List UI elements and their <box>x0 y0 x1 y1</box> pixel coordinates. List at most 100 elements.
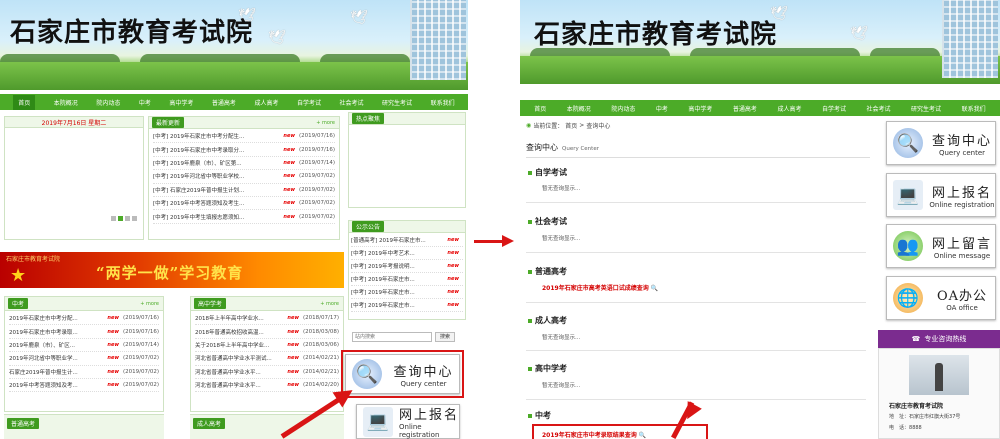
more-link[interactable]: + more <box>320 301 339 307</box>
nav-item-home[interactable]: 首页 <box>534 104 546 113</box>
section-title: 中考 <box>528 410 551 421</box>
zhongkao-tab[interactable]: 中考 <box>8 298 29 309</box>
nav-item-gaozhong[interactable]: 高中学考 <box>688 104 712 113</box>
list-item[interactable]: 石家庄2019年普中报生计... new (2019/07/02) <box>9 366 159 379</box>
building-image <box>410 0 466 80</box>
gaozhong-tab[interactable]: 高中学考 <box>194 298 227 309</box>
nav-item-zhongkao[interactable]: 中考 <box>139 98 151 107</box>
list-item[interactable]: [中考] 2019年石家庄市... new <box>351 299 463 312</box>
slide-dots[interactable] <box>111 216 137 221</box>
hot-focus-tab[interactable]: 热点聚焦 <box>352 113 385 124</box>
list-item[interactable]: [中考] 2019年石家庄市... new <box>351 286 463 299</box>
transition-arrow-head <box>502 235 514 247</box>
online-message-button[interactable]: 👥 网上留言 Online message <box>886 224 996 268</box>
banner-org-name: 石家庄市教育考试院 <box>6 256 61 263</box>
laptop-icon: 💻 <box>893 180 923 210</box>
slideshow[interactable]: 2019年7月16日 星期二 <box>4 116 144 240</box>
section-empty-text: 暂无查询显示... <box>542 335 581 341</box>
nav-item-gaokao[interactable]: 普通高考 <box>733 104 757 113</box>
list-item[interactable]: [中考] 2019年石家庄市中考分配生... new (2019/07/16) <box>153 130 335 144</box>
list-item[interactable]: 2019年石家庄市中考录取... new (2019/07/16) <box>9 325 159 339</box>
dove-icon: 🕊 <box>268 30 286 46</box>
nav-item-shehui[interactable]: 社会考试 <box>867 104 891 113</box>
query-center-sublabel: Query center <box>938 148 986 157</box>
nav-item-contact[interactable]: 联系我们 <box>962 104 986 113</box>
list-item[interactable]: 河北省普通高中学业水平... new (2014/02/20) <box>195 379 339 393</box>
gaokao-query-link[interactable]: 2019年石家庄市高考英语口试成绩查询 🔍 <box>542 283 658 292</box>
list-item[interactable]: [中考] 2019年石家庄市中考录取分... new (2019/07/16) <box>153 143 335 157</box>
notice-list: [普通高考] 2019年石家庄市... new [中考] 2019年中考艺术...… <box>349 233 465 313</box>
current-date: 2019年7月16日 星期二 <box>41 119 107 127</box>
list-item[interactable]: [中考] 2019年中考答题须知及考生... new (2019/07/02) <box>153 197 335 211</box>
more-link[interactable]: + more <box>316 120 335 126</box>
location-icon: ◉ <box>526 121 532 129</box>
list-item[interactable]: [中考] 2019年考报说明... new <box>351 260 463 273</box>
globe-icon: 🌐 <box>893 283 923 313</box>
list-item[interactable]: [中考] 2019年鹿泉（市）、矿区第... new (2019/07/14) <box>153 157 335 171</box>
nav-item-yanjiusheng[interactable]: 研究生考试 <box>911 104 941 113</box>
list-item[interactable]: 河北省普通高中学业水平测试... new (2014/02/21) <box>195 352 339 366</box>
list-item[interactable]: 2019年鹿泉（市）、矿区... new (2019/07/14) <box>9 339 159 353</box>
nav-item-news[interactable]: 院内动态 <box>611 104 635 113</box>
nav-item-zhongkao[interactable]: 中考 <box>656 104 668 113</box>
chengren-panel: 成人高考 <box>190 414 344 439</box>
search-button[interactable]: 搜索 <box>435 332 456 342</box>
putong-tab[interactable]: 普通高考 <box>7 418 40 429</box>
nav-item-chengren[interactable]: 成人高考 <box>777 104 801 113</box>
online-registration-label: 网上报名 <box>931 185 992 201</box>
slide-dot[interactable] <box>125 216 130 221</box>
nav-item-home[interactable]: 首页 <box>13 94 36 110</box>
online-registration-button[interactable]: 💻 网上报名 Online registration <box>886 173 996 217</box>
list-item[interactable]: [普通高考] 2019年石家庄市... new <box>351 234 463 247</box>
online-registration-button[interactable]: 💻 网上报名 Online registration <box>356 404 460 439</box>
magnifier-icon: 🔍 <box>893 128 923 158</box>
nav-item-gaokao[interactable]: 普通高考 <box>212 98 236 107</box>
latest-news-panel: 最新更新 + more [中考] 2019年石家庄市中考分配生... new (20… <box>148 116 340 240</box>
education-banner[interactable]: ★ 石家庄市教育考试院 “两学一做”学习教育 <box>0 252 344 288</box>
list-item[interactable]: [中考] 2019年中考艺术... new <box>351 247 463 260</box>
slide-dot[interactable] <box>111 216 116 221</box>
nav-item-shehui[interactable]: 社会考试 <box>340 98 364 107</box>
list-item[interactable]: 2019年中考答题须知及考... new (2019/07/02) <box>9 379 159 393</box>
nav-item-gaozhong[interactable]: 高中学考 <box>169 98 193 107</box>
section-empty-text: 暂无查询显示... <box>542 186 581 192</box>
notice-tab[interactable]: 公示公告 <box>352 221 385 232</box>
latest-news-list: [中考] 2019年石家庄市中考分配生... new (2019/07/16) [中… <box>149 129 339 225</box>
list-item[interactable]: 2019年石家庄市中考分配... new (2019/07/16) <box>9 312 159 326</box>
nav-item-zikao[interactable]: 自学考试 <box>822 104 846 113</box>
more-link[interactable]: + more <box>140 301 159 307</box>
site-banner: 🕊 🕊 石家庄市教育考试院 <box>520 0 1000 84</box>
latest-news-tab[interactable]: 最新更新 <box>152 117 185 128</box>
list-item[interactable]: [中考] 2019年中考生填报志愿须知... new (2019/07/02) <box>153 210 335 224</box>
site-search: 搜索 <box>352 332 464 344</box>
section-empty-text: 暂无查询显示... <box>542 383 581 389</box>
chengren-tab[interactable]: 成人高考 <box>193 418 226 429</box>
list-item[interactable]: 2018年上半年高中学业水... new (2018/07/17) <box>195 312 339 326</box>
list-item[interactable]: 2018年普通高校招收高温... new (2018/03/08) <box>195 325 339 339</box>
query-center-button[interactable]: 🔍 查询中心 Query center <box>886 121 996 165</box>
list-item[interactable]: 河北省普通高中学业水平... new (2014/02/21) <box>195 366 339 379</box>
divider <box>526 302 866 303</box>
nav-item-contact[interactable]: 联系我们 <box>431 98 455 107</box>
oa-office-button[interactable]: 🌐 OA办公 OA office <box>886 276 996 320</box>
homepage-screenshot: 🕊 🕊 🕊 石家庄市教育考试院 首页 本院概况 院内动态 中考 高中学考 普通高… <box>0 0 468 439</box>
list-item[interactable]: [中考] 石家庄2019年普中报生计划... new (2019/07/02) <box>153 184 335 197</box>
slide-dot[interactable] <box>118 216 123 221</box>
nav-item-yanjiusheng[interactable]: 研究生考试 <box>382 98 412 107</box>
nav-item-chengren[interactable]: 成人高考 <box>254 98 278 107</box>
nav-item-zikao[interactable]: 自学考试 <box>297 98 321 107</box>
list-item[interactable]: 2019年河北省中等职业学... new (2019/07/02) <box>9 352 159 366</box>
slide-dot[interactable] <box>132 216 137 221</box>
section-title: 高中学考 <box>528 363 567 374</box>
list-item[interactable]: [中考] 2019年河北省中等职业学校... new (2019/07/02) <box>153 170 335 184</box>
list-item[interactable]: [中考] 2019年石家庄市... new <box>351 273 463 286</box>
breadcrumb-home[interactable]: 首页 <box>565 121 577 130</box>
page-heading: 查询中心 Query Center <box>526 142 870 158</box>
dove-icon: 🕊 <box>850 26 868 42</box>
nav-item-about[interactable]: 本院概况 <box>567 104 591 113</box>
nav-item-about[interactable]: 本院概况 <box>54 98 78 107</box>
nav-item-news[interactable]: 院内动态 <box>96 98 120 107</box>
list-item[interactable]: 关于2018年上半年高中学业... new (2018/03/06) <box>195 339 339 353</box>
main-nav: 首页 本院概况 院内动态 中考 高中学考 普通高考 成人高考 自学考试 社会考试… <box>520 100 1000 116</box>
search-input[interactable] <box>352 332 432 342</box>
